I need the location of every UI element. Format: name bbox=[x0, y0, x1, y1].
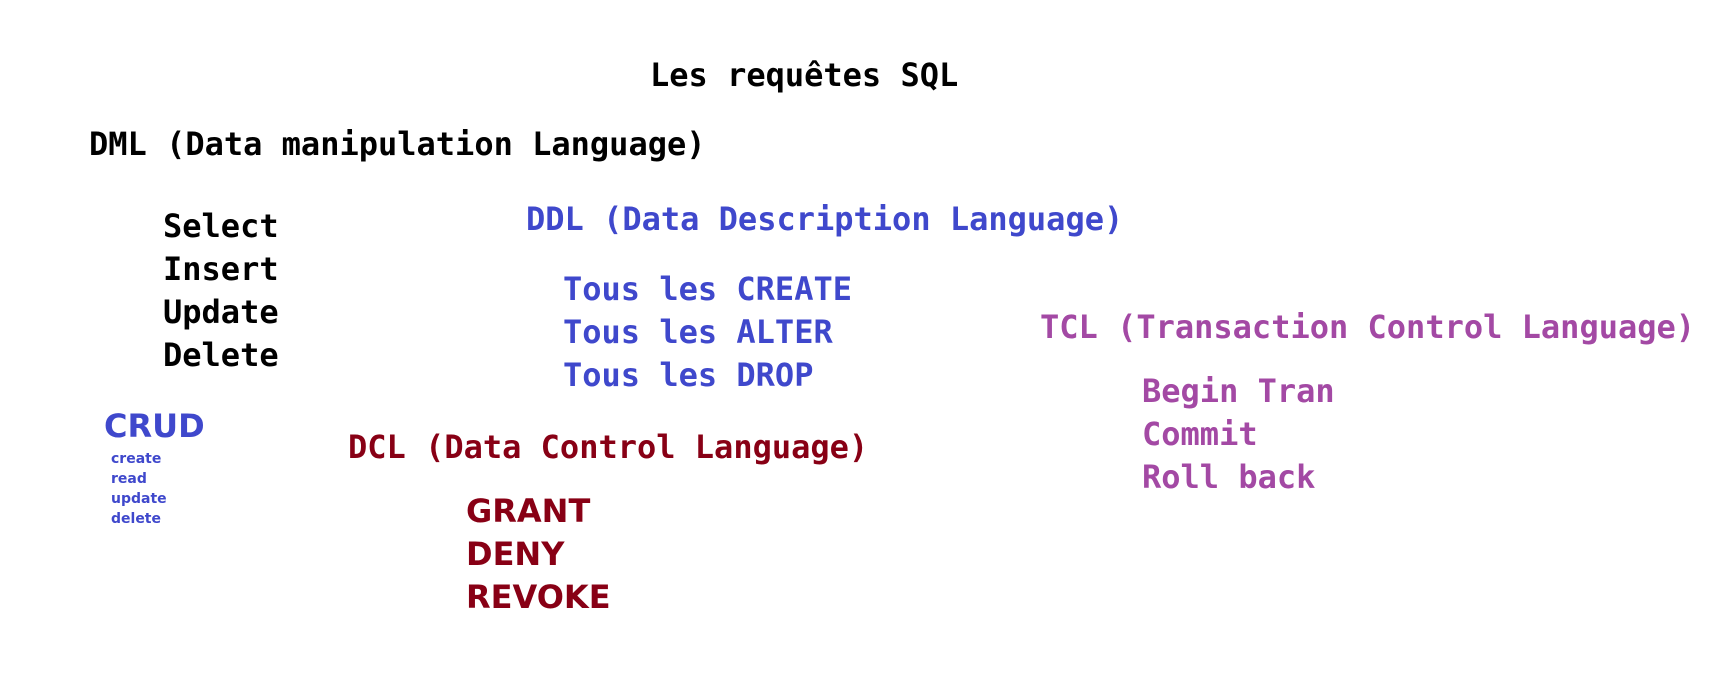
tcl-heading: TCL (Transaction Control Language) bbox=[1040, 308, 1696, 346]
crud-item-update: update bbox=[111, 491, 167, 507]
dcl-item-grant: GRANT bbox=[466, 492, 591, 530]
dcl-item-revoke: REVOKE bbox=[466, 578, 611, 616]
crud-item-create: create bbox=[111, 451, 162, 467]
tcl-item-begin-tran: Begin Tran bbox=[1142, 372, 1335, 410]
crud-heading: CRUD bbox=[104, 407, 205, 445]
ddl-heading: DDL (Data Description Language) bbox=[526, 200, 1124, 238]
ddl-list: Tous les CREATE Tous les ALTER Tous les … bbox=[563, 268, 852, 397]
ddl-item-alter: Tous les ALTER bbox=[563, 313, 833, 351]
dml-heading: DML (Data manipulation Language) bbox=[89, 125, 706, 163]
dml-item-select: Select bbox=[163, 207, 279, 245]
tcl-item-roll-back: Roll back bbox=[1142, 458, 1316, 496]
dml-item-insert: Insert bbox=[163, 250, 279, 288]
crud-item-delete: delete bbox=[111, 511, 161, 527]
dcl-list: GRANT DENY REVOKE bbox=[466, 490, 611, 619]
ddl-item-drop: Tous les DROP bbox=[563, 356, 814, 394]
dml-item-delete: Delete bbox=[163, 336, 279, 374]
dcl-heading: DCL (Data Control Language) bbox=[348, 428, 869, 466]
dml-item-update: Update bbox=[163, 293, 279, 331]
tcl-list: Begin Tran Commit Roll back bbox=[1142, 370, 1335, 499]
crud-item-read: read bbox=[111, 471, 147, 487]
page-title: Les requêtes SQL bbox=[650, 56, 959, 94]
dml-list: Select Insert Update Delete bbox=[163, 205, 279, 377]
ddl-item-create: Tous les CREATE bbox=[563, 270, 852, 308]
tcl-item-commit: Commit bbox=[1142, 415, 1258, 453]
dcl-item-deny: DENY bbox=[466, 535, 565, 573]
crud-list: create read update delete bbox=[111, 449, 167, 529]
